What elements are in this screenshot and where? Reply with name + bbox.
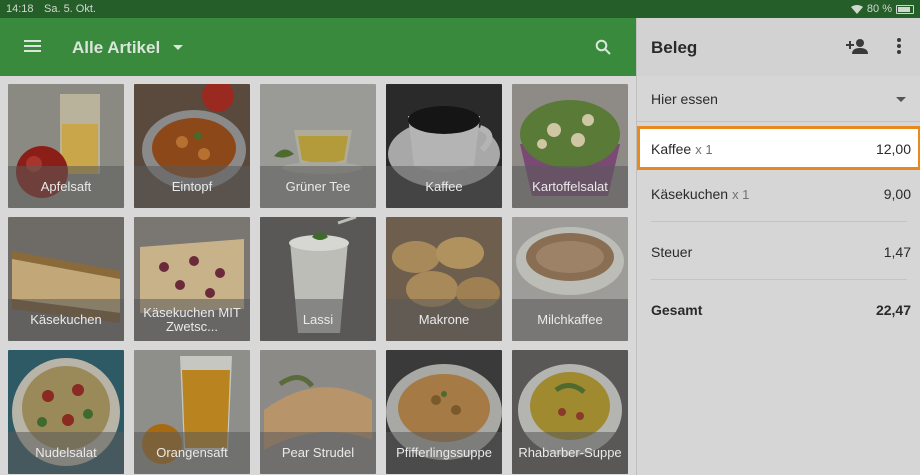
item-tile-pfifferlingssuppe[interactable]: Pfifferlingssuppe [386, 350, 502, 474]
line-item-price: 9,00 [883, 186, 911, 202]
app-bar: Alle Artikel [0, 18, 636, 76]
item-tile-lassi[interactable]: Lassi [260, 217, 376, 341]
tax-value: 1,47 [883, 244, 911, 260]
status-bar: 14:18 Sa. 5. Okt. 80 % [0, 0, 920, 18]
item-tile-milchkaffee[interactable]: Milchkaffee [512, 217, 628, 341]
item-tile-nudelsalat[interactable]: Nudelsalat [8, 350, 124, 474]
item-tile-kartoffelsalat[interactable]: Kartoffelsalat [512, 84, 628, 208]
tax-row: Steuer 1,47 [637, 230, 920, 274]
item-tile-eintopf[interactable]: Eintopf [134, 84, 250, 208]
add-customer-icon[interactable] [846, 38, 868, 54]
item-label: Apfelsaft [8, 166, 124, 208]
more-options-icon[interactable] [897, 38, 901, 54]
chevron-down-icon [896, 97, 906, 102]
item-label: Pfifferlingssuppe [386, 432, 502, 474]
line-item-qty: x 1 [732, 187, 750, 202]
item-tile-makrone[interactable]: Makrone [386, 217, 502, 341]
item-label: Käsekuchen MIT Zwetsc... [134, 299, 250, 341]
item-label: Makrone [386, 299, 502, 341]
item-tile-pear-strudel[interactable]: Pear Strudel [260, 350, 376, 474]
tax-label: Steuer [651, 244, 693, 260]
item-label: Grüner Tee [260, 166, 376, 208]
line-item-qty: x 1 [695, 142, 713, 157]
item-label: Milchkaffee [512, 299, 628, 341]
receipt-panel: Hier essen Kaffee x 1 12,00 Käsekuchen x 1… [636, 76, 920, 475]
item-label: Kartoffelsalat [512, 166, 628, 208]
dining-mode-select[interactable]: Hier essen [637, 76, 920, 122]
receipt-title: Beleg [651, 38, 698, 57]
status-time: 14:18 [6, 3, 34, 15]
item-label: Kaffee [386, 166, 502, 208]
receipt-line-selected[interactable]: Kaffee x 1 12,00 [637, 126, 920, 170]
status-date: Sa. 5. Okt. [44, 3, 96, 15]
item-tile-rhabarber-suppe[interactable]: Rhabarber-Suppe [512, 350, 628, 474]
receipt-header: Beleg [636, 18, 920, 76]
item-label: Lassi [260, 299, 376, 341]
item-tile-orangensaft[interactable]: Orangensaft [134, 350, 250, 474]
total-row: Gesamt 22,47 [637, 288, 920, 332]
chevron-down-icon[interactable] [173, 45, 183, 50]
search-icon[interactable] [595, 39, 611, 55]
receipt-line[interactable]: Käsekuchen x 1 9,00 [637, 172, 920, 216]
item-label: Käsekuchen [8, 299, 124, 341]
total-value: 22,47 [875, 302, 911, 318]
battery-percent: 80 % [866, 3, 892, 15]
category-title[interactable]: Alle Artikel [72, 38, 160, 58]
item-tile-kaffee[interactable]: Kaffee [386, 84, 502, 208]
battery-icon [896, 4, 914, 14]
item-tile-gruener-tee[interactable]: Grüner Tee [260, 84, 376, 208]
total-label: Gesamt [651, 302, 703, 318]
dining-mode-value: Hier essen [651, 91, 718, 107]
item-label: Pear Strudel [260, 432, 376, 474]
item-tile-kaesekuchen-zwetschgen[interactable]: Käsekuchen MIT Zwetsc... [134, 217, 250, 341]
item-tile-apfelsaft[interactable]: Apfelsaft [8, 84, 124, 208]
wifi-icon [850, 4, 863, 14]
line-item-name: Kaffee [651, 141, 692, 157]
divider [651, 221, 907, 222]
item-label: Rhabarber-Suppe [512, 432, 628, 474]
item-grid: Apfelsaft Eintopf Grüner Tee Kaffee Kart… [0, 76, 636, 475]
line-item-price: 12,00 [875, 141, 911, 157]
divider [651, 279, 907, 280]
line-item-name: Käsekuchen [651, 186, 729, 202]
item-label: Nudelsalat [8, 432, 124, 474]
item-label: Orangensaft [134, 432, 250, 474]
item-tile-kaesekuchen[interactable]: Käsekuchen [8, 217, 124, 341]
menu-icon[interactable] [24, 40, 41, 52]
item-label: Eintopf [134, 166, 250, 208]
